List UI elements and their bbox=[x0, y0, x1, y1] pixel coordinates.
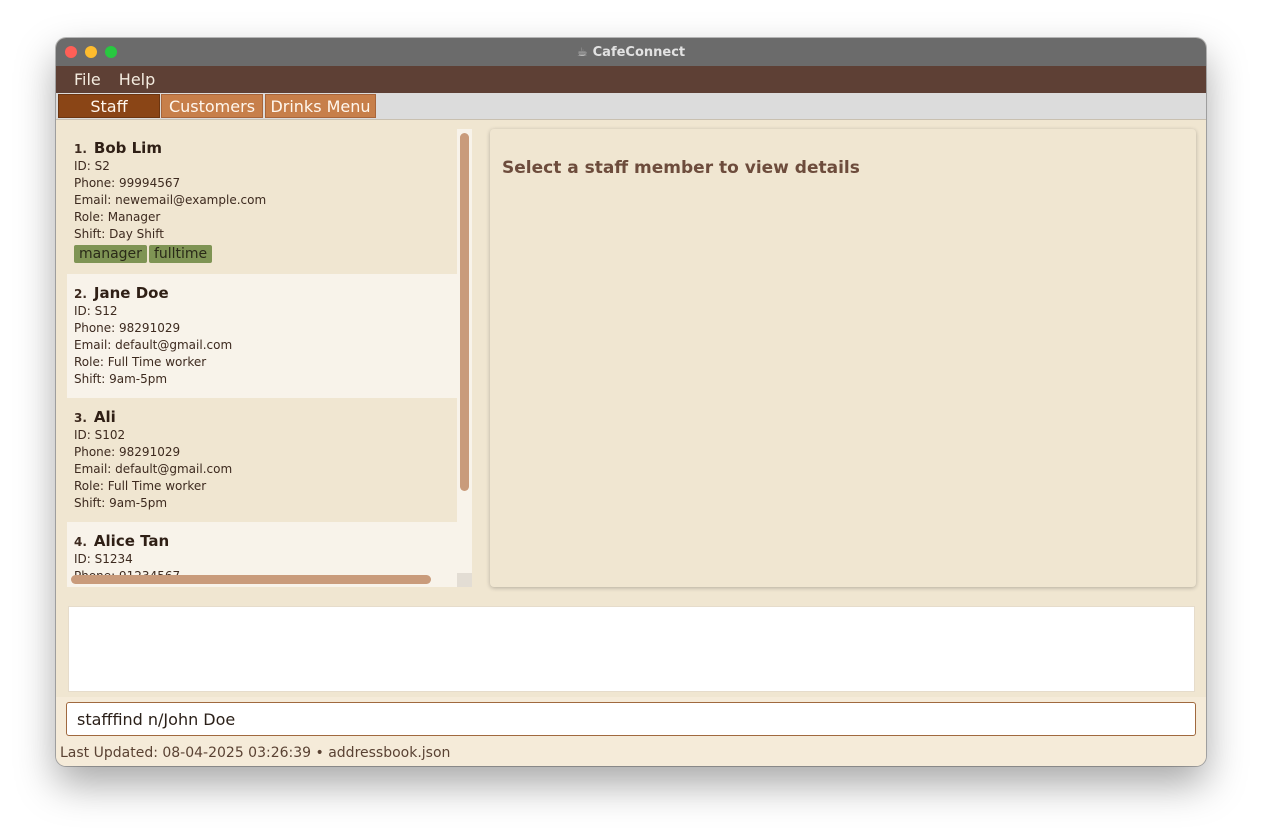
staff-list[interactable]: 1. Bob Lim ID: S2 Phone: 99994567 Email:… bbox=[67, 129, 472, 587]
staff-name: Bob Lim bbox=[93, 139, 162, 157]
staff-tags: manager fulltime bbox=[74, 245, 450, 263]
coffee-cup-icon: ☕ bbox=[576, 45, 588, 59]
staff-detail-panel: Select a staff member to view details bbox=[490, 129, 1196, 587]
title-bar: ☕ CafeConnect bbox=[56, 38, 1206, 66]
staff-card-1[interactable]: 1. Bob Lim ID: S2 Phone: 99994567 Email:… bbox=[67, 129, 457, 274]
staff-phone: Phone: 98291029 bbox=[74, 321, 181, 335]
tab-customers[interactable]: Customers bbox=[161, 94, 263, 118]
staff-index: 3. bbox=[74, 411, 87, 425]
staff-name: Jane Doe bbox=[93, 284, 169, 302]
minimize-window-button[interactable] bbox=[85, 46, 97, 58]
staff-id: ID: S2 bbox=[74, 159, 110, 173]
menu-file[interactable]: File bbox=[65, 70, 110, 89]
result-display[interactable] bbox=[68, 606, 1195, 692]
staff-shift: Shift: 9am-5pm bbox=[74, 496, 168, 510]
window-title: ☕ CafeConnect bbox=[577, 45, 685, 60]
staff-name: Alice Tan bbox=[93, 532, 170, 550]
horizontal-scroll-thumb[interactable] bbox=[71, 575, 431, 584]
staff-card-2[interactable]: 2. Jane Doe ID: S12 Phone: 98291029 Emai… bbox=[67, 274, 457, 398]
staff-index: 2. bbox=[74, 287, 87, 301]
window-title-text: CafeConnect bbox=[592, 44, 686, 60]
tab-bar: Staff Customers Drinks Menu bbox=[56, 93, 1206, 120]
detail-placeholder: Select a staff member to view details bbox=[502, 158, 860, 178]
staff-email: Email: default@gmail.com bbox=[74, 462, 233, 476]
staff-phone: Phone: 99994567 bbox=[74, 176, 181, 190]
staff-shift: Shift: Day Shift bbox=[74, 227, 164, 241]
staff-name: Ali bbox=[93, 408, 116, 426]
menu-bar: File Help bbox=[56, 66, 1206, 93]
staff-email: Email: newemail@example.com bbox=[74, 193, 267, 207]
staff-email: Email: default@gmail.com bbox=[74, 338, 233, 352]
staff-id: ID: S102 bbox=[74, 428, 126, 442]
maximize-window-button[interactable] bbox=[105, 46, 117, 58]
app-window: ☕ CafeConnect File Help Staff Customers … bbox=[56, 38, 1206, 766]
close-window-button[interactable] bbox=[65, 46, 77, 58]
scroll-corner bbox=[457, 573, 472, 587]
staff-shift: Shift: 9am-5pm bbox=[74, 372, 168, 386]
staff-id: ID: S12 bbox=[74, 304, 118, 318]
staff-id: ID: S1234 bbox=[74, 552, 133, 566]
tab-staff[interactable]: Staff bbox=[58, 94, 160, 118]
command-input[interactable] bbox=[66, 702, 1196, 736]
staff-index: 1. bbox=[74, 142, 87, 156]
tab-drinks-menu[interactable]: Drinks Menu bbox=[265, 94, 376, 118]
staff-index: 4. bbox=[74, 535, 87, 549]
tag-badge: manager bbox=[74, 245, 147, 263]
status-bar: Last Updated: 08-04-2025 03:26:39 • addr… bbox=[60, 745, 451, 761]
tag-badge: fulltime bbox=[148, 245, 213, 263]
staff-card-3[interactable]: 3. Ali ID: S102 Phone: 98291029 Email: d… bbox=[67, 398, 457, 522]
menu-help[interactable]: Help bbox=[110, 70, 164, 89]
vertical-scroll-thumb[interactable] bbox=[460, 133, 469, 491]
staff-role: Role: Full Time worker bbox=[74, 479, 207, 493]
window-controls bbox=[65, 46, 117, 58]
staff-role: Role: Manager bbox=[74, 210, 161, 224]
staff-role: Role: Full Time worker bbox=[74, 355, 207, 369]
staff-phone: Phone: 98291029 bbox=[74, 445, 181, 459]
